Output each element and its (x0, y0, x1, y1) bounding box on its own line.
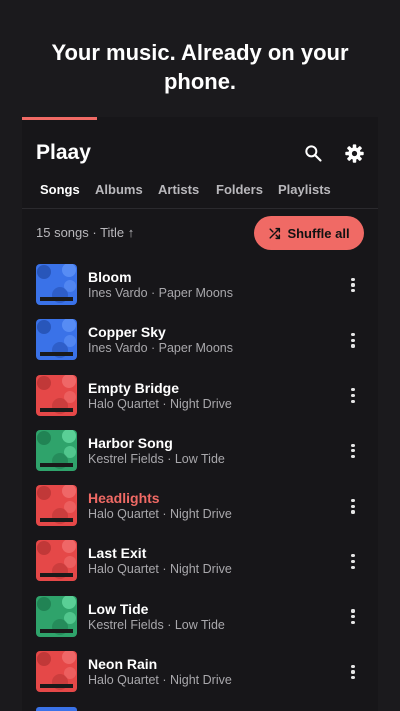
search-button[interactable] (301, 141, 325, 165)
song-title: Empty Bridge (88, 379, 180, 396)
search-icon (305, 145, 322, 162)
album-artwork (36, 540, 77, 582)
song-title: Bloom (88, 269, 132, 285)
shuffle-all-button[interactable]: Shuffle all (254, 216, 364, 250)
dot (351, 338, 355, 342)
dot (351, 399, 355, 403)
song-title: Copper Sky (88, 324, 166, 341)
dot (351, 609, 355, 613)
song-artist-album: Ines Vardo · Paper Moons (88, 341, 233, 356)
promo-headline: Your music. Already on your phone. (51, 40, 349, 94)
dot (351, 289, 355, 293)
song-row[interactable]: Copper Sky Ines Vardo · Paper Moons (22, 317, 378, 372)
more-options-button[interactable] (344, 550, 362, 572)
settings-button[interactable] (342, 141, 366, 165)
dot (351, 670, 355, 674)
song-title: Last Exit (88, 545, 147, 562)
phone-screen: Plaay Songs Albums Artists Folders Playl… (22, 117, 378, 711)
more-options-button[interactable] (344, 440, 362, 462)
dot (351, 498, 355, 502)
song-title: Neon Rain (88, 656, 158, 673)
app-title: Plaay (36, 141, 91, 164)
dot (351, 277, 355, 281)
tab-bar: Songs Albums Artists Folders Playlists (22, 182, 378, 208)
accent-divider (22, 117, 97, 120)
song-artist-album: Halo Quartet · Night Drive (88, 396, 232, 411)
album-artwork (36, 429, 77, 471)
song-row[interactable]: Low Tide Kestrel Fields · Low Tide (22, 594, 378, 649)
album-artwork (36, 651, 77, 693)
song-artist-album: Halo Quartet · Night Drive (88, 562, 232, 577)
tab-songs[interactable]: Songs (40, 182, 80, 197)
song-list: Bloom Ines Vardo · Paper Moons Copper Sk… (22, 262, 378, 704)
dot (351, 615, 355, 619)
album-artwork (36, 595, 77, 637)
shuffle-icon (269, 227, 281, 239)
song-title: Harbor Song (88, 434, 173, 451)
album-artwork (36, 264, 77, 305)
more-options-button[interactable] (344, 661, 362, 683)
more-options-button[interactable] (344, 606, 362, 628)
dot (351, 664, 355, 668)
gear-icon (344, 143, 364, 163)
dot (351, 554, 355, 558)
more-options-button[interactable] (344, 495, 362, 517)
song-artist-album: Kestrel Fields · Low Tide (88, 617, 225, 632)
tab-playlists[interactable]: Playlists (278, 182, 331, 197)
song-row[interactable]: Headlights Halo Quartet · Night Drive (22, 483, 378, 538)
song-artist-album: Halo Quartet · Night Drive (88, 507, 232, 522)
tab-divider (22, 208, 378, 209)
shuffle-all-label: Shuffle all (287, 225, 350, 241)
dot (351, 676, 355, 680)
dot (351, 504, 355, 508)
album-artwork (36, 319, 77, 361)
tab-artists[interactable]: Artists (158, 182, 199, 197)
tab-albums[interactable]: Albums (95, 182, 143, 197)
song-row[interactable]: Harbor Song Kestrel Fields · Low Tide (22, 428, 378, 483)
song-count-sort[interactable]: 15 songs · Title ↑ (36, 225, 134, 240)
song-artist-album: Halo Quartet · Night Drive (88, 673, 232, 688)
dot (351, 455, 355, 459)
tab-folders[interactable]: Folders (216, 182, 263, 197)
dot (351, 559, 355, 564)
song-row[interactable]: Neon Rain Halo Quartet · Night Drive (22, 649, 378, 704)
more-options-button[interactable] (344, 329, 362, 351)
song-row[interactable]: Bloom Ines Vardo · Paper Moons (22, 262, 378, 317)
dot (351, 344, 355, 348)
dot (351, 510, 355, 514)
more-options-button[interactable] (344, 274, 362, 296)
dot (351, 449, 355, 453)
dot (351, 283, 355, 287)
album-artwork (36, 374, 77, 416)
song-row[interactable]: Empty Bridge Halo Quartet · Night Drive (22, 373, 378, 428)
next-song-artwork (36, 707, 77, 711)
dot (351, 332, 355, 337)
song-artist-album: Kestrel Fields · Low Tide (88, 451, 225, 466)
song-title: Headlights (88, 490, 160, 507)
song-row[interactable]: Last Exit Halo Quartet · Night Drive (22, 538, 378, 593)
dot (351, 443, 355, 447)
dot (351, 388, 355, 392)
dot (351, 394, 355, 398)
dot (351, 565, 355, 569)
dot (351, 620, 355, 625)
more-options-button[interactable] (344, 385, 362, 407)
song-artist-album: Ines Vardo · Paper Moons (88, 286, 233, 300)
album-artwork (36, 485, 77, 527)
song-title: Low Tide (88, 600, 149, 617)
